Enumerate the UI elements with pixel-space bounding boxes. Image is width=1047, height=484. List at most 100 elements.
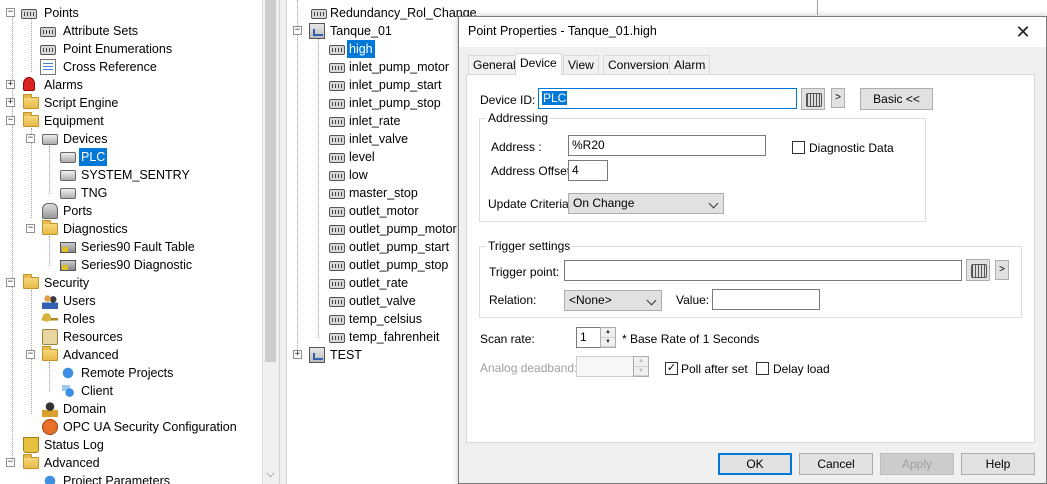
spin-up-icon[interactable]: ▲ bbox=[634, 357, 648, 367]
spin-down-icon[interactable]: ▼ bbox=[601, 338, 615, 347]
scan-rate-spinner[interactable]: ▲ ▼ bbox=[600, 327, 616, 348]
tree-item-series90-fault-table[interactable]: Series90 Fault Table bbox=[6, 238, 262, 256]
tree-item-cross-reference[interactable]: Cross Reference bbox=[6, 58, 262, 76]
tree-item-points[interactable]: − Points bbox=[6, 4, 262, 22]
address-input[interactable]: %R20 bbox=[568, 135, 766, 156]
ok-button[interactable]: OK bbox=[718, 453, 792, 475]
tree-item-devices[interactable]: − Devices bbox=[6, 130, 262, 148]
tree-item-point-enumerations[interactable]: Point Enumerations bbox=[6, 40, 262, 58]
tree-item-roles[interactable]: Roles bbox=[6, 310, 262, 328]
folder-icon bbox=[42, 220, 58, 235]
tree-item-users[interactable]: Users bbox=[6, 292, 262, 310]
tree-item-series90-diagnostic[interactable]: Series90 Diagnostic bbox=[6, 256, 262, 274]
tab-conversion[interactable]: Conversion bbox=[603, 55, 674, 74]
poll-after-set-checkbox[interactable]: ✓ bbox=[665, 362, 678, 375]
basic-button[interactable]: Basic << bbox=[860, 88, 933, 110]
device-tab-page: Device ID: PLC > Basic << Addressing Add… bbox=[466, 74, 1035, 443]
parameters-icon bbox=[42, 473, 58, 484]
trigger-arrow-button[interactable]: > bbox=[995, 260, 1009, 280]
tree-item-system-sentry[interactable]: SYSTEM_SENTRY bbox=[6, 166, 262, 184]
opc-icon bbox=[42, 419, 58, 435]
device-icon bbox=[60, 170, 76, 181]
collapse-icon[interactable]: − bbox=[26, 224, 35, 233]
tree-item-security-advanced[interactable]: − Advanced bbox=[6, 346, 262, 364]
tree-item-domain[interactable]: Domain bbox=[6, 400, 262, 418]
tree-item-tng[interactable]: TNG bbox=[6, 184, 262, 202]
addressing-title: Addressing bbox=[486, 111, 551, 125]
tab-device[interactable]: Device bbox=[515, 53, 562, 75]
point-icon bbox=[329, 297, 345, 307]
cancel-button[interactable]: Cancel bbox=[799, 453, 873, 475]
tree-item-script-engine[interactable]: + Script Engine bbox=[6, 94, 262, 112]
scroll-down-arrow-icon[interactable]: ⌵ bbox=[262, 466, 279, 482]
remote-projects-icon bbox=[60, 365, 76, 381]
point-icon bbox=[329, 189, 345, 199]
trigger-browse-icon[interactable] bbox=[966, 259, 990, 281]
help-button[interactable]: Help bbox=[961, 453, 1035, 475]
resources-icon bbox=[42, 329, 58, 345]
point-enumerations-icon bbox=[40, 45, 56, 55]
left-scrollbar-thumb[interactable] bbox=[265, 0, 276, 362]
collapse-icon[interactable]: − bbox=[6, 278, 15, 287]
dialog-title-bar[interactable]: Point Properties - Tanque_01.high ✕ bbox=[459, 17, 1046, 47]
point-icon bbox=[329, 45, 345, 55]
analog-deadband-input[interactable] bbox=[576, 356, 634, 377]
tree-item-attribute-sets[interactable]: Attribute Sets bbox=[6, 22, 262, 40]
tree-item-advanced[interactable]: − Advanced bbox=[6, 454, 262, 472]
chevron-down-icon bbox=[646, 295, 657, 306]
dialog-title: Point Properties - Tanque_01.high bbox=[468, 24, 657, 38]
tree-item-status-log[interactable]: Status Log bbox=[6, 436, 262, 454]
point-icon bbox=[311, 9, 327, 19]
client-icon bbox=[60, 383, 76, 399]
tree-item-remote-projects[interactable]: Remote Projects bbox=[6, 364, 262, 382]
tab-general[interactable]: General bbox=[468, 55, 521, 74]
tree-item-opc-ua-security[interactable]: OPC UA Security Configuration bbox=[6, 418, 262, 436]
point-icon bbox=[329, 261, 345, 271]
expand-icon[interactable]: + bbox=[6, 80, 15, 89]
scan-rate-input[interactable]: 1 bbox=[576, 327, 601, 348]
collapse-icon[interactable]: − bbox=[6, 116, 15, 125]
expand-icon[interactable]: + bbox=[293, 350, 302, 359]
left-tree-pane: − Points Attribute Sets Point Enumeratio… bbox=[0, 0, 279, 484]
update-criteria-select[interactable]: On Change bbox=[568, 193, 724, 214]
point-icon bbox=[329, 333, 345, 343]
tree-item-plc[interactable]: PLC bbox=[6, 148, 262, 166]
diagnostic-data-checkbox[interactable] bbox=[792, 141, 805, 154]
delay-load-checkbox[interactable] bbox=[756, 362, 769, 375]
tree-item-ports[interactable]: Ports bbox=[6, 202, 262, 220]
tree-item-diagnostics[interactable]: − Diagnostics bbox=[6, 220, 262, 238]
collapse-icon[interactable]: − bbox=[26, 134, 35, 143]
device-icon bbox=[60, 188, 76, 199]
device-arrow-button[interactable]: > bbox=[831, 88, 845, 108]
tree-item-equipment[interactable]: − Equipment bbox=[6, 112, 262, 130]
tree-item-client[interactable]: Client bbox=[6, 382, 262, 400]
tree-item-resources[interactable]: Resources bbox=[6, 328, 262, 346]
collapse-icon[interactable]: − bbox=[293, 26, 302, 35]
tree-item-security[interactable]: − Security bbox=[6, 274, 262, 292]
tree-item-project-parameters[interactable]: Project Parameters bbox=[6, 472, 262, 484]
diagnostic-icon bbox=[60, 242, 76, 253]
tree-item-alarms[interactable]: + Alarms bbox=[6, 76, 262, 94]
collapse-icon[interactable]: − bbox=[6, 8, 15, 17]
spin-down-icon[interactable]: ▼ bbox=[634, 367, 648, 376]
trigger-point-label: Trigger point: bbox=[489, 265, 560, 279]
device-browse-icon[interactable] bbox=[801, 88, 825, 110]
value-input[interactable] bbox=[712, 289, 820, 310]
point-icon bbox=[329, 63, 345, 73]
apply-button[interactable]: Apply bbox=[880, 453, 954, 475]
collapse-icon[interactable]: − bbox=[6, 458, 15, 467]
device-id-input[interactable]: PLC bbox=[538, 88, 797, 109]
close-icon[interactable]: ✕ bbox=[1000, 17, 1046, 47]
trigger-settings-title: Trigger settings bbox=[486, 239, 573, 253]
spin-up-icon[interactable]: ▲ bbox=[601, 328, 615, 338]
tab-alarm[interactable]: Alarm bbox=[669, 55, 711, 74]
point-icon bbox=[329, 171, 345, 181]
expand-icon[interactable]: + bbox=[6, 98, 15, 107]
analog-deadband-spinner[interactable]: ▲ ▼ bbox=[633, 356, 649, 377]
relation-select[interactable]: <None> bbox=[564, 290, 662, 311]
collapse-icon[interactable]: − bbox=[26, 350, 35, 359]
trigger-point-input[interactable] bbox=[564, 260, 962, 281]
tab-view[interactable]: View bbox=[563, 55, 599, 74]
pane-splitter[interactable] bbox=[279, 0, 287, 484]
address-offset-input[interactable]: 4 bbox=[568, 160, 608, 181]
